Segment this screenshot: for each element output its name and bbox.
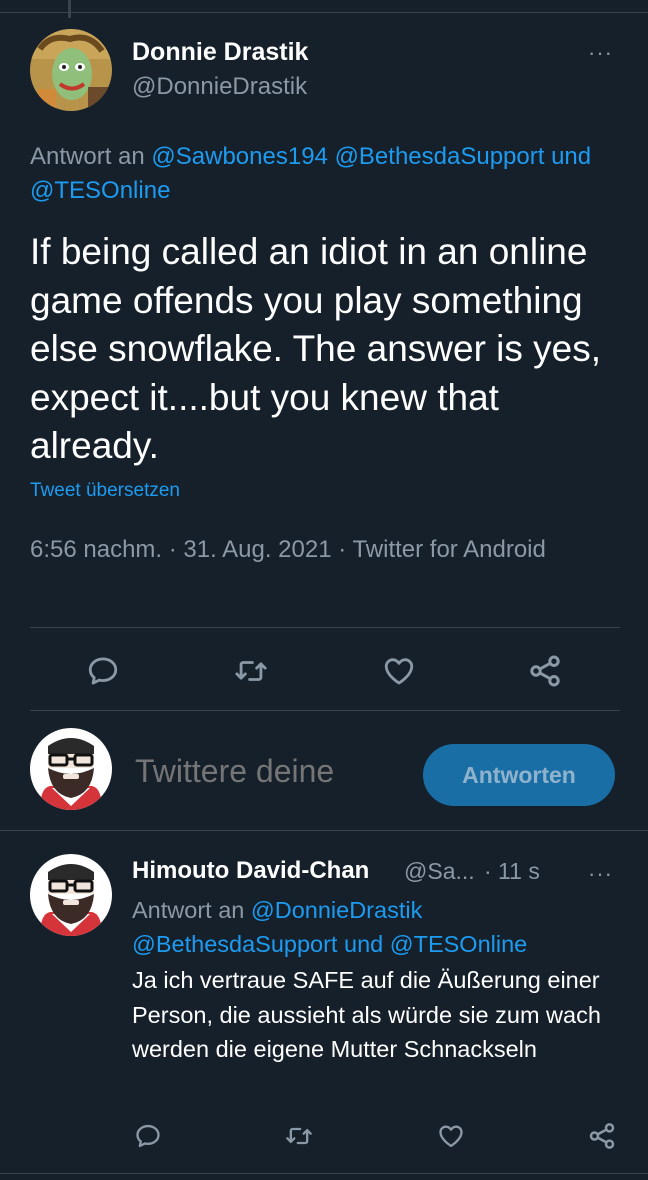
share-icon bbox=[530, 655, 560, 687]
reply-button[interactable] bbox=[82, 650, 124, 692]
reply-like-button[interactable] bbox=[433, 1118, 469, 1154]
tweet-text: If being called an idiot in an online ga… bbox=[30, 231, 602, 466]
translate-link[interactable]: Tweet übersetzen bbox=[30, 480, 180, 502]
reply-compose-input[interactable] bbox=[135, 753, 405, 790]
retweet-icon bbox=[235, 661, 267, 681]
mention-link[interactable]: @TESOnline bbox=[390, 931, 528, 957]
reply-context: Antwort an @DonnieDrastik @BethesdaSuppo… bbox=[132, 893, 622, 961]
mention-link[interactable]: @DonnieDrastik bbox=[251, 897, 422, 923]
mention-joiner: und bbox=[551, 143, 592, 170]
reply-icon bbox=[88, 657, 118, 685]
mention-link[interactable]: @TESOnline bbox=[30, 177, 170, 204]
reply-submit-button[interactable]: Antworten bbox=[423, 744, 615, 806]
reply-prefix: Antwort an bbox=[30, 143, 145, 170]
mention-joiner: und bbox=[344, 931, 384, 957]
reply-author-avatar[interactable] bbox=[30, 854, 112, 936]
top-divider bbox=[0, 12, 648, 13]
thread-connector bbox=[68, 0, 71, 18]
mention-link[interactable]: @BethesdaSupport bbox=[132, 931, 337, 957]
heart-icon bbox=[384, 658, 414, 685]
reply-share-button[interactable] bbox=[584, 1118, 620, 1154]
author-handle[interactable]: @DonnieDrastik bbox=[132, 73, 307, 101]
mention-link[interactable]: @Sawbones194 bbox=[151, 143, 327, 170]
divider bbox=[30, 710, 620, 711]
reply-retweet-button[interactable] bbox=[281, 1118, 317, 1154]
author-name[interactable]: Donnie Drastik bbox=[132, 38, 308, 67]
reply-author-name[interactable]: Himouto David-Chan bbox=[132, 857, 369, 885]
retweet-icon bbox=[286, 1127, 312, 1145]
reply-author-handle[interactable]: @Sa... bbox=[404, 858, 475, 885]
reply-more-options-icon[interactable]: ··· bbox=[588, 863, 613, 885]
divider bbox=[30, 627, 620, 628]
share-button[interactable] bbox=[524, 650, 566, 692]
tweet-timestamp[interactable]: 6:56 nachm. · 31. Aug. 2021 · Twitter fo… bbox=[30, 533, 590, 567]
retweet-button[interactable] bbox=[230, 650, 272, 692]
divider bbox=[0, 1173, 648, 1174]
reply-reply-button[interactable] bbox=[130, 1118, 166, 1154]
mention-link[interactable]: @BethesdaSupport bbox=[335, 143, 545, 170]
user-avatar[interactable] bbox=[30, 728, 112, 810]
reply-tweet-text: Ja ich vertraue SAFE auf die Äußerung ei… bbox=[132, 967, 601, 1062]
share-icon bbox=[589, 1123, 615, 1149]
reply-prefix: Antwort an bbox=[132, 897, 245, 923]
heart-icon bbox=[439, 1125, 463, 1148]
more-options-icon[interactable]: ··· bbox=[588, 42, 613, 64]
author-avatar[interactable] bbox=[30, 29, 112, 111]
reply-icon bbox=[136, 1124, 160, 1148]
reply-time[interactable]: · 11 s bbox=[484, 858, 540, 885]
divider bbox=[0, 830, 648, 831]
like-button[interactable] bbox=[378, 650, 420, 692]
reply-context: Antwort an @Sawbones194 @BethesdaSupport… bbox=[30, 140, 620, 208]
